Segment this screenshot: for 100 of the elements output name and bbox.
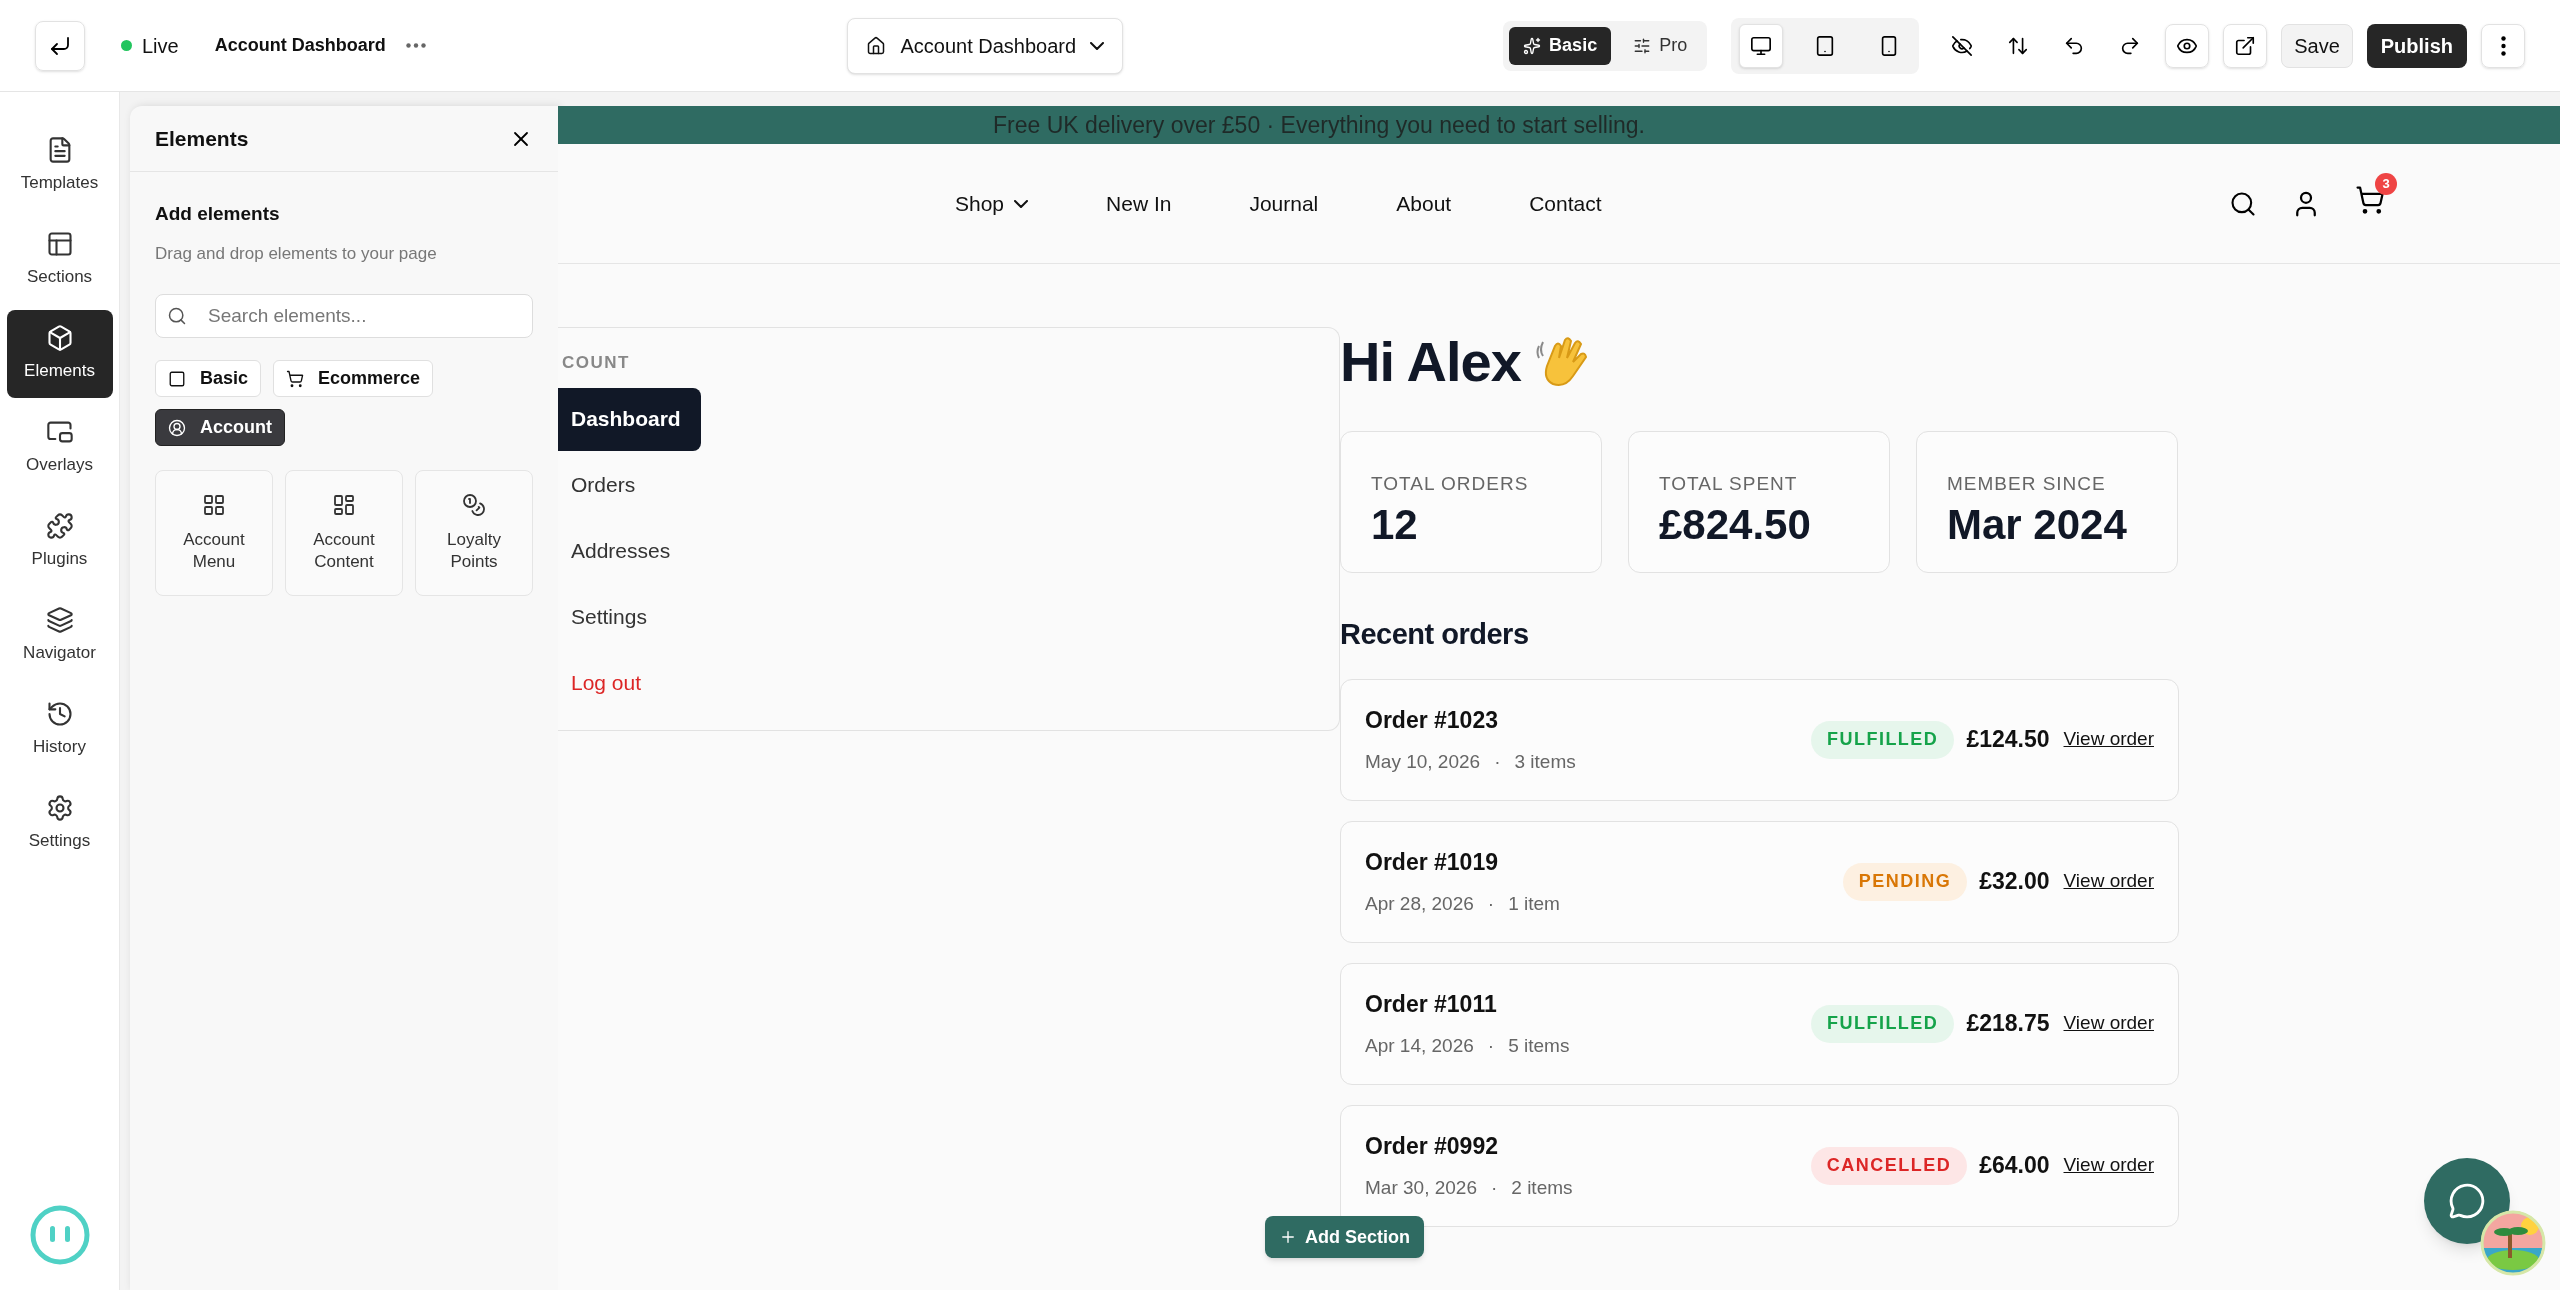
category-tab[interactable]: Account: [155, 409, 285, 446]
chevron-down-icon: [1090, 41, 1105, 50]
cart-icon: [2355, 185, 2385, 215]
preview-button[interactable]: [2165, 23, 2210, 68]
search-icon: [167, 306, 187, 326]
layout-icon: [45, 230, 74, 259]
page-name: Account Dashboard: [214, 34, 386, 57]
nav-link[interactable]: New In: [1106, 187, 1172, 220]
back-button[interactable]: [35, 20, 85, 71]
nav-link[interactable]: Journal: [1249, 187, 1319, 220]
panel-title: Elements: [155, 125, 249, 152]
coins-icon: [462, 493, 486, 517]
sparkles-icon: [1523, 36, 1542, 55]
order-amount: £32.00: [1979, 867, 2050, 897]
add-section-button[interactable]: Add Section: [1265, 1216, 1424, 1258]
section-subtitle: Drag and drop elements to your page: [155, 242, 438, 265]
order-date: May 10, 2026: [1365, 749, 1481, 774]
account-menu-item[interactable]: Orders: [558, 453, 656, 517]
cart-count-badge: 3: [2375, 173, 2397, 195]
view-order-link[interactable]: View order: [2063, 1151, 2154, 1180]
open-button[interactable]: [2223, 23, 2268, 68]
view-order-link[interactable]: View order: [2063, 725, 2154, 754]
status-badge: PENDING: [1842, 862, 1968, 901]
account-menu-item[interactable]: Settings: [558, 585, 667, 649]
status-badge: FULFILLED: [1810, 1004, 1955, 1043]
order-amount: £218.75: [1966, 1009, 2050, 1039]
order-number: Order #1023: [1365, 706, 1499, 735]
element-card[interactable]: Loyalty Points: [415, 470, 533, 596]
rail-item[interactable]: Overlays: [6, 404, 113, 492]
category-tab[interactable]: Basic: [155, 360, 262, 397]
view-order-link[interactable]: View order: [2063, 1009, 2154, 1038]
sliders-icon: [1633, 36, 1652, 55]
desktop-icon: [1750, 34, 1773, 57]
publish-button[interactable]: Publish: [2366, 23, 2467, 68]
rail-item[interactable]: History: [6, 686, 113, 774]
search-field[interactable]: Search elements...: [155, 294, 533, 338]
status-label: Live: [142, 33, 179, 59]
search-button[interactable]: [2229, 189, 2257, 218]
device-button[interactable]: [1739, 23, 1784, 68]
section-heading: Add elements: [155, 202, 281, 226]
order-amount: £64.00: [1979, 1151, 2050, 1181]
stat-label: MEMBER SINCE: [1947, 472, 2107, 496]
more-button[interactable]: [405, 43, 426, 48]
account-menu-item[interactable]: Dashboard: [558, 387, 701, 451]
page-selector[interactable]: Account Dashboard: [847, 17, 1124, 74]
stat-label: TOTAL SPENT: [1659, 472, 1799, 496]
puzzle-icon: [45, 512, 74, 541]
stat-value: 12: [1371, 499, 1419, 550]
order-number: Order #1011: [1365, 990, 1498, 1019]
order-item-count: 2 items: [1511, 1175, 1573, 1200]
account-menu-item[interactable]: Addresses: [558, 519, 691, 583]
separator-dot: ·: [1487, 891, 1495, 916]
external-link-icon: [2234, 34, 2257, 57]
stat-label: TOTAL ORDERS: [1371, 472, 1530, 496]
cart-icon: [286, 369, 305, 388]
nav-link[interactable]: Contact: [1529, 187, 1602, 220]
view-order-link[interactable]: View order: [2063, 867, 2154, 896]
separator-dot: ·: [1487, 1033, 1495, 1058]
rail-item[interactable]: Settings: [6, 780, 113, 868]
account-menu-item[interactable]: Log out: [558, 651, 662, 715]
order-item-count: 5 items: [1508, 1033, 1570, 1058]
account-menu-heading: COUNT: [561, 352, 631, 374]
rail-item[interactable]: Plugins: [6, 498, 113, 586]
announcement-bar: Free UK delivery over £50 · Everything you need to start selling.: [558, 106, 2560, 144]
more-icon: [405, 43, 426, 48]
category-tab[interactable]: Ecommerce: [273, 360, 434, 397]
separator-dot: ·: [1490, 1175, 1498, 1200]
greeting: Hi Alex: [1340, 329, 1521, 395]
user-circle-icon: [168, 418, 186, 437]
stat-value: £824.50: [1659, 499, 1812, 550]
status-badge: CANCELLED: [1810, 1146, 1968, 1185]
order-item-count: 3 items: [1514, 749, 1576, 774]
status-badge: FULFILLED: [1810, 720, 1955, 759]
nav-link[interactable]: Shop: [955, 187, 1029, 220]
order-date: Apr 14, 2026: [1365, 1033, 1474, 1058]
nav-link[interactable]: About: [1396, 187, 1452, 220]
cart-button[interactable]: [2355, 185, 2385, 215]
element-card[interactable]: Account Menu: [155, 470, 273, 596]
settings-icon: [45, 794, 74, 823]
kebab-icon: [2500, 35, 2506, 56]
rail-item[interactable]: Sections: [6, 216, 113, 304]
mode-tab[interactable]: Basic: [1509, 26, 1612, 65]
save-button[interactable]: Save: [2281, 23, 2353, 68]
element-card[interactable]: Account Content: [285, 470, 403, 596]
rail-item[interactable]: Templates: [6, 122, 113, 210]
eye-off-icon: [1951, 34, 1974, 57]
recent-orders-heading: Recent orders: [1340, 617, 1530, 652]
menu-button[interactable]: [2481, 23, 2525, 68]
cube-icon: [45, 324, 74, 353]
stat-value: Mar 2024: [1947, 499, 2128, 550]
layers-icon: [45, 606, 74, 635]
plus-icon: [1279, 1228, 1297, 1246]
rail-item[interactable]: Navigator: [6, 592, 113, 680]
mode-tab[interactable]: Pro: [1619, 26, 1702, 65]
layout-icon: [332, 493, 356, 517]
order-date: Mar 30, 2026: [1365, 1175, 1477, 1200]
chat-icon: [2448, 1182, 2486, 1220]
grid-icon: [202, 493, 226, 517]
order-number: Order #0992: [1365, 1132, 1499, 1161]
rail-item[interactable]: Elements: [6, 310, 113, 398]
